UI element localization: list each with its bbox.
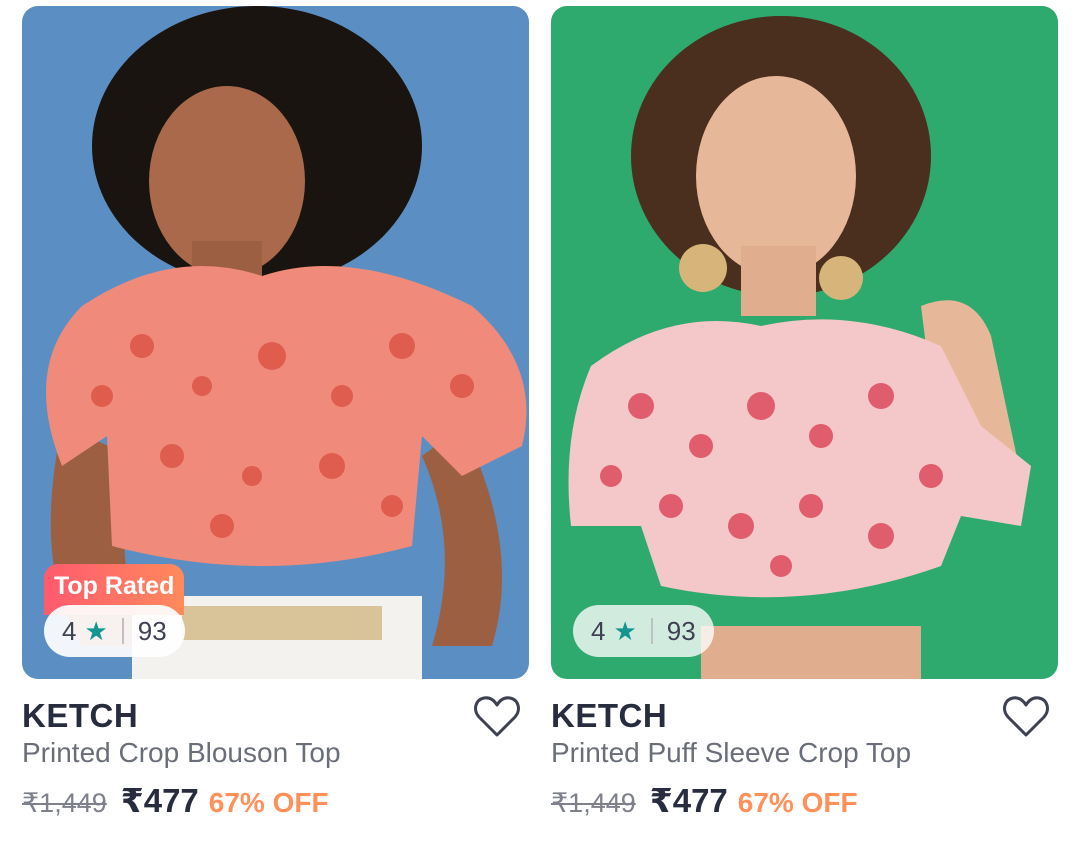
original-price: ₹1,449 bbox=[22, 788, 107, 818]
rating-divider bbox=[650, 618, 653, 644]
rating-pill: 4 ★ 93 bbox=[573, 605, 714, 657]
rating-count: 93 bbox=[666, 615, 696, 646]
brand-name: KETCH bbox=[551, 697, 668, 734]
selling-price: ₹477 bbox=[120, 782, 199, 819]
brand-name: KETCH bbox=[22, 697, 139, 734]
product-name: Printed Puff Sleeve Crop Top bbox=[551, 737, 912, 768]
heart-icon[interactable] bbox=[1002, 695, 1050, 739]
rating-pill: 4 ★ 93 bbox=[44, 605, 185, 657]
discount-label: 67% OFF bbox=[737, 787, 858, 818]
badge-group: Top Rated 4 ★ 93 bbox=[44, 564, 185, 657]
product-image[interactable]: 4 ★ 93 bbox=[551, 6, 1058, 679]
rating-divider bbox=[121, 618, 124, 644]
product-info[interactable]: KETCH Printed Puff Sleeve Crop Top ₹1,44… bbox=[551, 679, 1058, 829]
price-row: ₹1,449 ₹477 67% OFF bbox=[551, 781, 858, 820]
product-photo-illustration bbox=[551, 6, 1058, 679]
rating-value: 4 bbox=[591, 615, 606, 646]
product-name: Printed Crop Blouson Top bbox=[22, 737, 341, 768]
product-info[interactable]: KETCH Printed Crop Blouson Top ₹1,449 ₹4… bbox=[22, 679, 529, 829]
rating-count: 93 bbox=[137, 615, 167, 646]
star-icon: ★ bbox=[84, 615, 108, 646]
heart-icon[interactable] bbox=[473, 695, 521, 739]
product-card[interactable]: Top Rated 4 ★ 93 KETCH Printed Crop Blou… bbox=[22, 6, 529, 829]
product-image[interactable]: Top Rated 4 ★ 93 bbox=[22, 6, 529, 679]
rating-value: 4 bbox=[62, 615, 77, 646]
selling-price: ₹477 bbox=[649, 782, 728, 819]
product-card[interactable]: 4 ★ 93 KETCH Printed Puff Sleeve Crop To… bbox=[551, 6, 1058, 829]
price-row: ₹1,449 ₹477 67% OFF bbox=[22, 781, 329, 820]
original-price: ₹1,449 bbox=[551, 788, 636, 818]
star-icon: ★ bbox=[613, 615, 637, 646]
discount-label: 67% OFF bbox=[208, 787, 329, 818]
